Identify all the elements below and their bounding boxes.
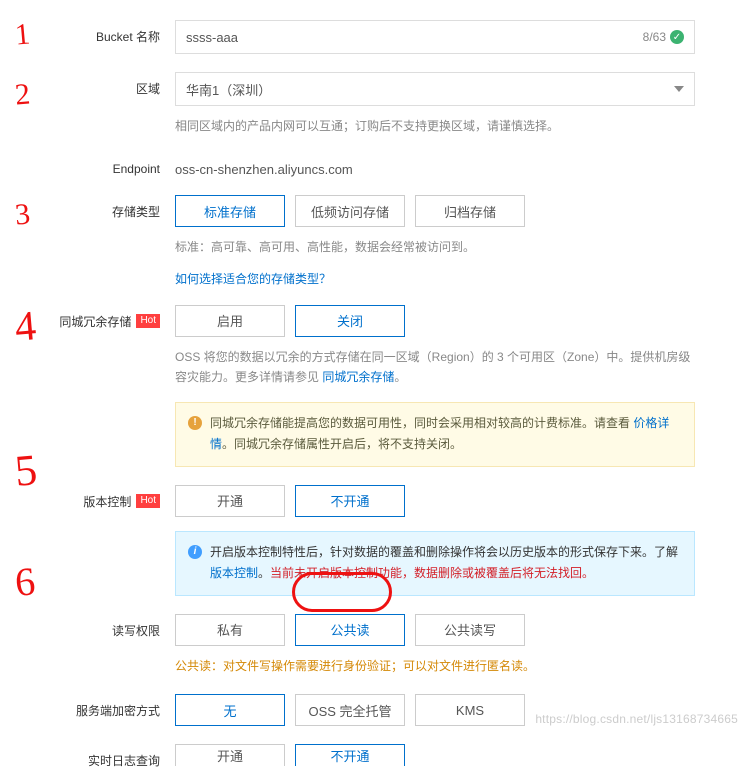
acl-label: 读写权限 bbox=[20, 614, 175, 639]
watermark: https://blog.csdn.net/ljs13168734665 bbox=[535, 712, 738, 726]
redundancy-opt-disable[interactable]: 关闭 bbox=[295, 305, 405, 337]
encryption-opt-kms[interactable]: KMS bbox=[415, 694, 525, 726]
bucket-name-input-box[interactable]: 8/63 ✓ bbox=[175, 20, 695, 54]
logs-opt-enable[interactable]: 开通 bbox=[175, 744, 285, 766]
acl-opt-public-rw[interactable]: 公共读写 bbox=[415, 614, 525, 646]
storage-seg-group: 标准存储 低频访问存储 归档存储 bbox=[175, 195, 695, 227]
endpoint-value: oss-cn-shenzhen.aliyuncs.com bbox=[175, 154, 695, 177]
redundancy-alert: ! 同城冗余存储能提高您的数据可用性，同时会采用相对较高的计费标准。请查看 价格… bbox=[175, 402, 695, 467]
region-hint: 相同区域内的产品内网可以互通；订购后不支持更换区域，请谨慎选择。 bbox=[175, 116, 695, 136]
logs-label: 实时日志查询 bbox=[20, 744, 175, 769]
version-warn-red: 当前未开启版本控制功能，数据删除或被覆盖后将无法找回。 bbox=[270, 566, 594, 580]
logs-seg-group: 开通 不开通 bbox=[175, 744, 695, 766]
info-icon: i bbox=[188, 545, 202, 559]
storage-help-link[interactable]: 如何选择适合您的存储类型？ bbox=[175, 270, 695, 287]
hot-badge-2: Hot bbox=[136, 494, 160, 508]
warning-icon: ! bbox=[188, 416, 202, 430]
storage-opt-archive[interactable]: 归档存储 bbox=[415, 195, 525, 227]
hot-badge: Hot bbox=[136, 314, 160, 328]
storage-label: 存储类型 bbox=[20, 195, 175, 220]
acl-hint: 公共读：对文件写操作需要进行身份验证；可以对文件进行匿名读。 bbox=[175, 656, 695, 676]
version-opt-enable[interactable]: 开通 bbox=[175, 485, 285, 517]
acl-opt-public-read[interactable]: 公共读 bbox=[295, 614, 405, 646]
storage-hint: 标准：高可靠、高可用、高性能，数据会经常被访问到。 bbox=[175, 237, 695, 257]
encryption-opt-none[interactable]: 无 bbox=[175, 694, 285, 726]
redundancy-hint-link[interactable]: 同城冗余存储 bbox=[322, 370, 394, 384]
bucket-name-label: Bucket 名称 bbox=[20, 20, 175, 45]
form-wrap: 1 2 3 4 5 6 Bucket 名称 8/63 ✓ 区域 华南1（深圳） … bbox=[20, 20, 736, 769]
region-select[interactable]: 华南1（深圳） bbox=[175, 72, 695, 106]
bucket-char-count: 8/63 bbox=[643, 30, 666, 44]
version-link[interactable]: 版本控制 bbox=[210, 566, 258, 580]
endpoint-label: Endpoint bbox=[20, 154, 175, 176]
version-opt-disable[interactable]: 不开通 bbox=[295, 485, 405, 517]
storage-opt-ia[interactable]: 低频访问存储 bbox=[295, 195, 405, 227]
version-label: 版本控制 bbox=[83, 493, 131, 510]
redundancy-label: 同城冗余存储 bbox=[59, 313, 131, 330]
version-alert: i 开启版本控制特性后，针对数据的覆盖和删除操作将会以历史版本的形式保存下来。了… bbox=[175, 531, 695, 596]
acl-seg-group: 私有 公共读 公共读写 bbox=[175, 614, 695, 646]
version-seg-group: 开通 不开通 bbox=[175, 485, 695, 517]
check-icon: ✓ bbox=[670, 30, 684, 44]
chevron-down-icon bbox=[674, 86, 684, 92]
region-value: 华南1（深圳） bbox=[186, 80, 271, 99]
redundancy-opt-enable[interactable]: 启用 bbox=[175, 305, 285, 337]
bucket-name-input[interactable] bbox=[186, 30, 643, 45]
redundancy-seg-group: 启用 关闭 bbox=[175, 305, 695, 337]
logs-opt-disable[interactable]: 不开通 bbox=[295, 744, 405, 766]
region-label: 区域 bbox=[20, 72, 175, 97]
redundancy-hint: OSS 将您的数据以冗余的方式存储在同一区域（Region）的 3 个可用区（Z… bbox=[175, 347, 695, 388]
encryption-opt-oss[interactable]: OSS 完全托管 bbox=[295, 694, 405, 726]
encryption-label: 服务端加密方式 bbox=[20, 694, 175, 719]
storage-opt-standard[interactable]: 标准存储 bbox=[175, 195, 285, 227]
acl-opt-private[interactable]: 私有 bbox=[175, 614, 285, 646]
